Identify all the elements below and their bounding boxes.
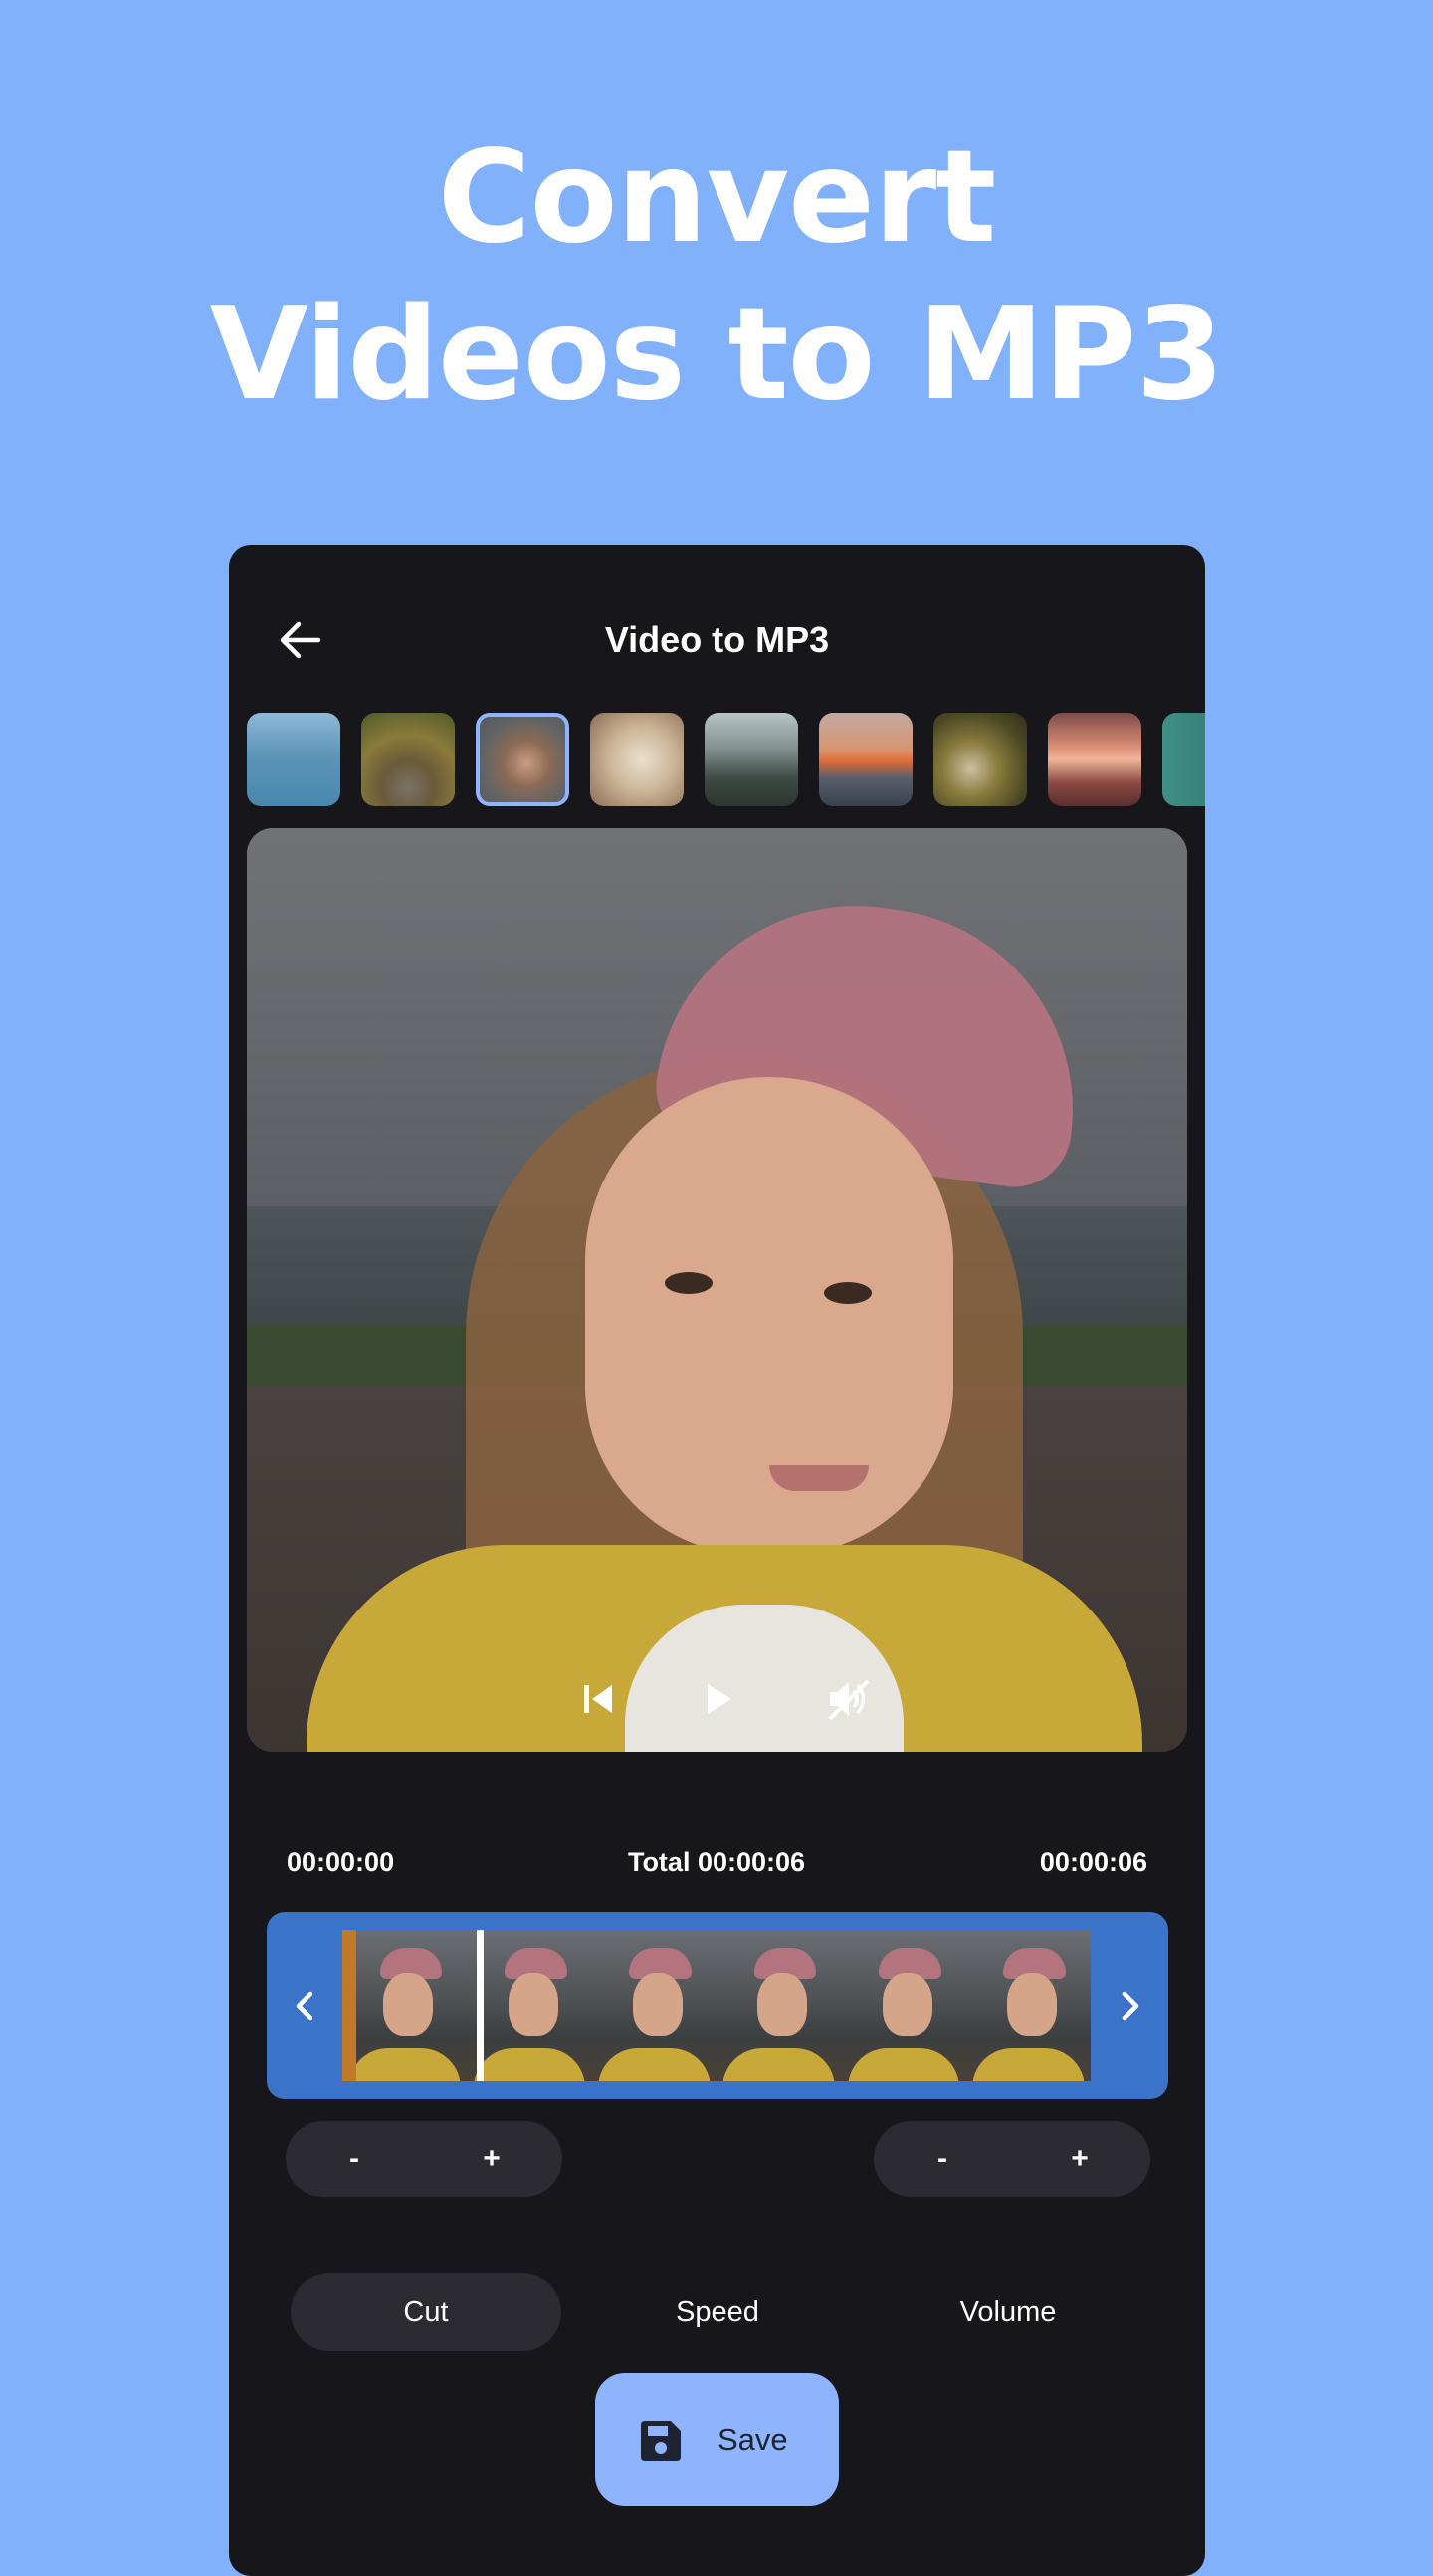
thumbnail-sunset-boat[interactable] xyxy=(819,713,913,806)
back-button[interactable] xyxy=(265,605,334,675)
end-plus-button[interactable]: + xyxy=(1035,2121,1125,2197)
tab-speed[interactable]: Speed xyxy=(582,2273,853,2351)
headline-line-1: Convert xyxy=(437,123,997,272)
play-button[interactable] xyxy=(683,1664,752,1734)
trim-timeline xyxy=(267,1912,1168,2099)
headline-line-2: Videos to MP3 xyxy=(209,281,1225,429)
total-duration: Total 00:00:06 xyxy=(627,1847,806,1877)
timeline-times: 00:00:00 Total 00:00:06 00:00:06 xyxy=(229,1847,1205,1887)
skip-previous-icon xyxy=(584,1685,612,1713)
app-bar: Video to MP3 xyxy=(229,585,1205,695)
filmstrip-frame xyxy=(965,1930,1091,2081)
thumbnail-lake-dock[interactable] xyxy=(705,713,798,806)
tab-cut[interactable]: Cut xyxy=(291,2273,561,2351)
app-screen: Video to MP3 00:00:00 Total 00:00:06 00:… xyxy=(229,545,1205,2576)
trim-start-handle[interactable] xyxy=(342,1930,356,2081)
save-button[interactable]: Save xyxy=(595,2373,839,2506)
trim-next-button[interactable] xyxy=(1101,1974,1160,2038)
filmstrip-frame xyxy=(467,1930,592,2081)
tab-volume[interactable]: Volume xyxy=(873,2273,1143,2351)
floppy-disk-icon xyxy=(641,2421,681,2461)
video-frame-face xyxy=(585,1077,953,1555)
start-minus-button[interactable]: - xyxy=(309,2121,399,2197)
app-title: Video to MP3 xyxy=(604,619,830,660)
arrow-left-icon xyxy=(280,621,321,659)
skip-previous-button[interactable] xyxy=(563,1664,633,1734)
thumbnail-sea[interactable] xyxy=(247,713,340,806)
thumbnail-forest-road[interactable] xyxy=(361,713,455,806)
headline: Convert Videos to MP3 xyxy=(0,119,1433,434)
trim-start-time: 00:00:00 xyxy=(287,1847,395,1877)
trim-end-time: 00:00:06 xyxy=(1039,1847,1147,1877)
playhead[interactable] xyxy=(477,1930,485,2081)
end-time-stepper: - + xyxy=(874,2121,1150,2197)
start-time-stepper: - + xyxy=(286,2121,562,2197)
thumbnail-forest-stream[interactable] xyxy=(933,713,1027,806)
start-plus-button[interactable]: + xyxy=(447,2121,536,2197)
save-label: Save xyxy=(717,2422,788,2457)
thumbnail-woman-portrait[interactable] xyxy=(476,713,569,806)
chevron-right-icon xyxy=(1122,1991,1139,2021)
edit-mode-tabs: Cut Speed Volume xyxy=(229,2273,1205,2351)
filmstrip-frame xyxy=(591,1930,716,2081)
trim-prev-button[interactable] xyxy=(275,1974,334,2038)
video-filmstrip[interactable] xyxy=(342,1930,1091,2081)
mute-button[interactable] xyxy=(814,1664,884,1734)
end-minus-button[interactable]: - xyxy=(898,2121,987,2197)
video-preview[interactable] xyxy=(247,828,1187,1752)
thumbnail-teal-partial[interactable] xyxy=(1162,713,1205,806)
video-thumbnail-strip xyxy=(247,713,1205,806)
play-icon xyxy=(708,1684,731,1714)
thumbnail-pink-sunset[interactable] xyxy=(1048,713,1141,806)
volume-off-icon xyxy=(828,1679,870,1721)
player-controls xyxy=(247,1664,1187,1734)
filmstrip-frame xyxy=(841,1930,966,2081)
filmstrip-frame xyxy=(716,1930,842,2081)
chevron-left-icon xyxy=(296,1991,313,2021)
thumbnail-fluffy-dog[interactable] xyxy=(590,713,684,806)
filmstrip-frame xyxy=(342,1930,468,2081)
